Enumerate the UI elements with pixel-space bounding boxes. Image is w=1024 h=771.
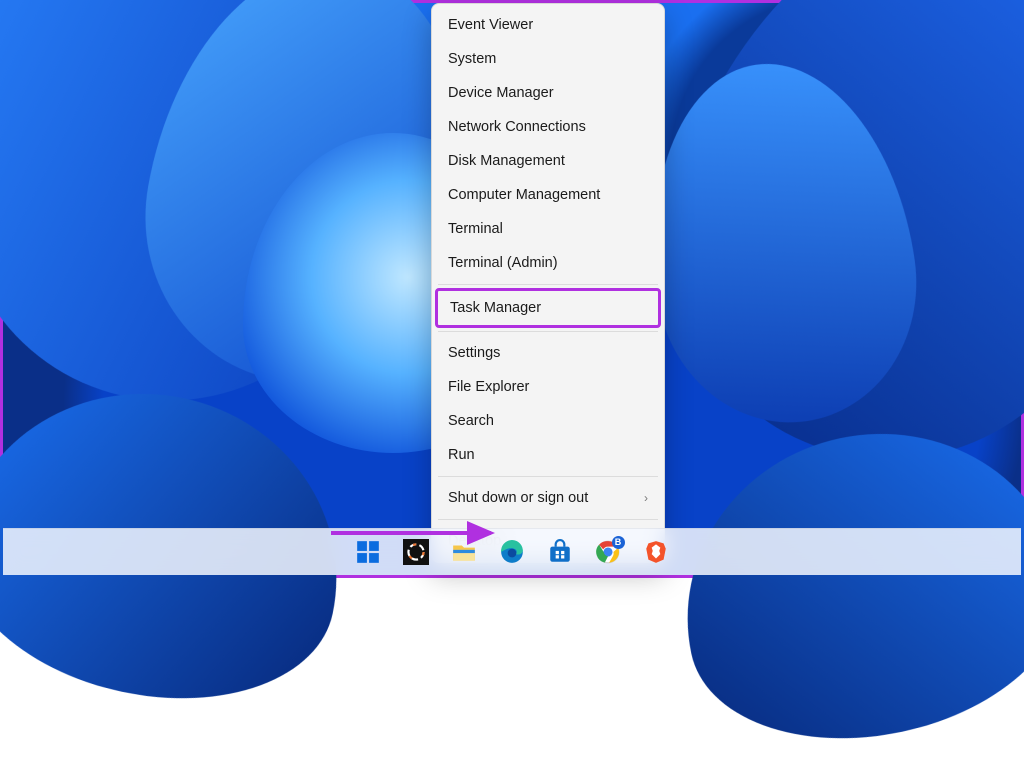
menu-item-label: Run (448, 447, 475, 463)
menu-item-label: Computer Management (448, 187, 600, 203)
menu-item-computer-management[interactable]: Computer Management (436, 178, 660, 212)
brave-icon[interactable] (636, 532, 676, 572)
chrome-beta-icon[interactable]: B (588, 532, 628, 572)
menu-item-label: Settings (448, 345, 500, 361)
menu-item-terminal-admin[interactable]: Terminal (Admin) (436, 246, 660, 280)
menu-item-file-explorer[interactable]: File Explorer (436, 370, 660, 404)
menu-separator (438, 284, 658, 285)
menu-item-settings[interactable]: Settings (436, 336, 660, 370)
menu-item-disk-management[interactable]: Disk Management (436, 144, 660, 178)
chevron-right-icon: › (644, 491, 648, 505)
winx-context-menu: Event Viewer System Device Manager Network … (431, 3, 665, 563)
file-explorer-icon[interactable] (444, 532, 484, 572)
menu-item-task-manager[interactable]: Task Manager (435, 288, 661, 328)
menu-item-search[interactable]: Search (436, 404, 660, 438)
menu-item-label: Event Viewer (448, 17, 533, 33)
menu-item-network-connections[interactable]: Network Connections (436, 110, 660, 144)
menu-item-terminal[interactable]: Terminal (436, 212, 660, 246)
menu-item-system[interactable]: System (436, 42, 660, 76)
start-icon[interactable] (348, 532, 388, 572)
edge-icon[interactable] (492, 532, 532, 572)
menu-item-label: System (448, 51, 496, 67)
menu-separator (438, 331, 658, 332)
menu-item-label: Search (448, 413, 494, 429)
store-icon[interactable] (540, 532, 580, 572)
menu-item-label: Network Connections (448, 119, 586, 135)
menu-item-device-manager[interactable]: Device Manager (436, 76, 660, 110)
menu-separator (438, 476, 658, 477)
menu-item-label: Shut down or sign out (448, 490, 588, 506)
menu-separator (438, 519, 658, 520)
menu-item-event-viewer[interactable]: Event Viewer (436, 8, 660, 42)
menu-item-label: Terminal (448, 221, 503, 237)
menu-item-label: Device Manager (448, 85, 554, 101)
menu-item-label: Disk Management (448, 153, 565, 169)
taskbar: B (3, 528, 1021, 575)
menu-item-label: Task Manager (450, 300, 541, 316)
menu-item-run[interactable]: Run (436, 438, 660, 472)
menu-item-shut-down-or-sign-out[interactable]: Shut down or sign out › (436, 481, 660, 515)
menu-item-label: File Explorer (448, 379, 529, 395)
app-icon-1[interactable] (396, 532, 436, 572)
menu-item-label: Terminal (Admin) (448, 255, 558, 271)
